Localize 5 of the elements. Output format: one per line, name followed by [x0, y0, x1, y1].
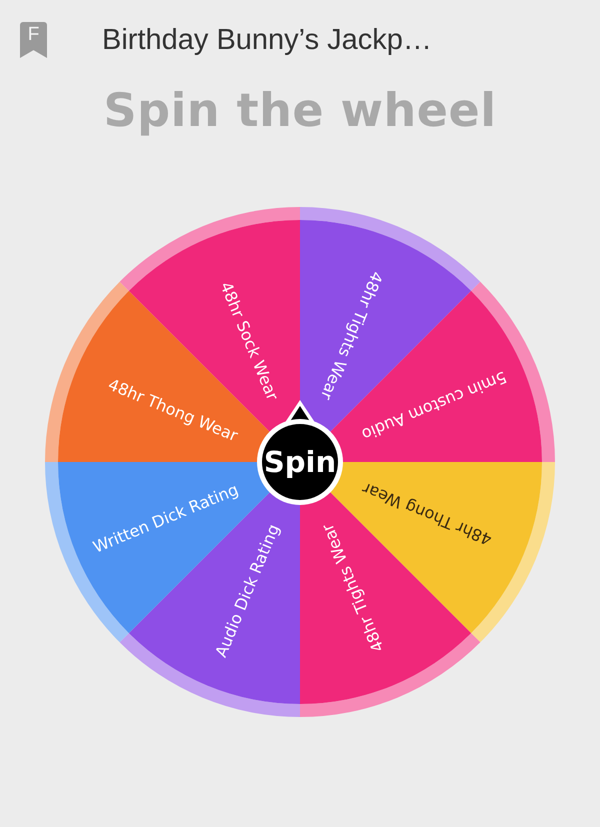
- segment-label: 48hr Tights Wear: [318, 521, 388, 655]
- page-title: Birthday Bunny’s Jackp…: [102, 24, 432, 56]
- bookmark-icon: F: [20, 22, 47, 58]
- segment-label: 48hr Sock Wear: [216, 278, 282, 403]
- heading: Spin the wheel: [104, 82, 496, 139]
